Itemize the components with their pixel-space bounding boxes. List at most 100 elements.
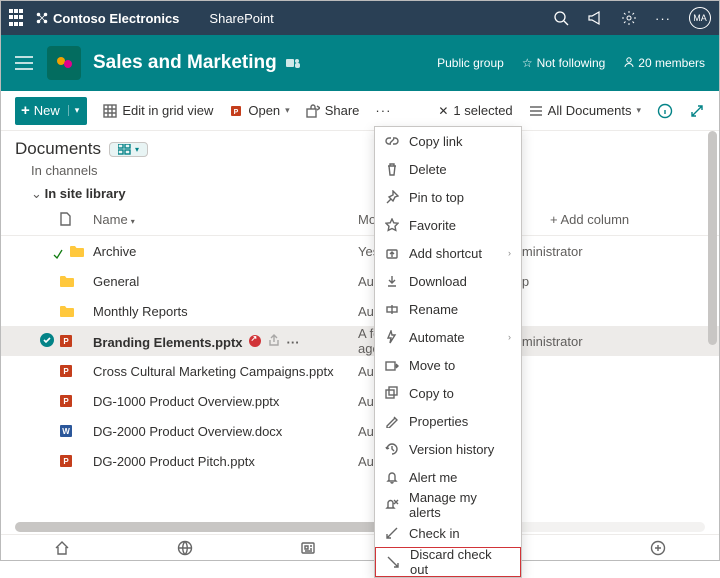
menu-item-pin[interactable]: Pin to top <box>375 183 521 211</box>
menu-item-link[interactable]: Copy link <box>375 127 521 155</box>
home-icon[interactable] <box>54 540 70 556</box>
file-name[interactable]: Branding Elements.pptx <box>93 335 243 350</box>
megaphone-icon[interactable] <box>587 10 603 26</box>
file-row[interactable]: PDG-1000 Product Overview.pptxAugust <box>1 386 719 416</box>
members-button[interactable]: 20 members <box>623 56 705 70</box>
file-row[interactable]: P Cross Cultural Marketing Campaigns.pptx… <box>1 356 719 386</box>
menu-item-checkin[interactable]: Check in <box>375 519 521 547</box>
overflow-button[interactable]: ··· <box>375 103 391 118</box>
news-icon[interactable] <box>300 540 316 556</box>
col-add[interactable]: + Add column <box>550 212 719 229</box>
menu-item-discard[interactable]: Discard check out <box>375 547 521 577</box>
row-selected-icon[interactable] <box>39 332 55 348</box>
library-heading: Documents ▾ <box>1 131 719 159</box>
file-name[interactable]: Monthly Reports <box>93 304 188 319</box>
nav-toggle-icon[interactable] <box>15 56 33 70</box>
file-name[interactable]: General <box>93 274 139 289</box>
expand-icon[interactable] <box>689 103 705 119</box>
file-row[interactable]: PBranding Elements.pptx···A few seconds … <box>1 326 719 356</box>
svg-text:P: P <box>234 109 239 116</box>
settings-icon[interactable] <box>621 10 637 26</box>
share-button[interactable]: Share <box>306 103 360 118</box>
group-in-site-library[interactable]: ⌄ In site library <box>1 182 719 206</box>
site-header: Sales and Marketing Public group ☆Not fo… <box>1 35 719 91</box>
menu-item-manage[interactable]: Manage my alerts <box>375 491 521 519</box>
file-row[interactable]: GeneralAugustApp <box>1 266 719 296</box>
info-icon[interactable] <box>657 103 673 119</box>
chevron-down-icon[interactable]: ▾ <box>68 105 80 116</box>
brand-logo-icon <box>35 11 49 25</box>
file-type-icon <box>59 303 93 319</box>
menu-item-trash[interactable]: Delete <box>375 155 521 183</box>
search-icon[interactable] <box>553 10 569 26</box>
svg-text:P: P <box>63 337 69 346</box>
new-button[interactable]: + New ▾ <box>15 97 87 125</box>
file-name[interactable]: DG-1000 Product Overview.pptx <box>93 394 279 409</box>
menu-item-history[interactable]: Version history <box>375 435 521 463</box>
command-bar: + New ▾ Edit in grid view P Open▾ Share … <box>1 91 719 131</box>
column-headers: Name▾ Modified y▾ + Add column <box>1 206 719 236</box>
file-name[interactable]: DG-2000 Product Overview.docx <box>93 424 282 439</box>
open-button[interactable]: P Open▾ <box>229 103 289 118</box>
menu-item-download[interactable]: Download <box>375 267 521 295</box>
file-type-icon: P <box>59 454 93 468</box>
svg-text:P: P <box>63 397 69 406</box>
site-title[interactable]: Sales and Marketing <box>93 52 277 74</box>
share-icon[interactable] <box>267 333 281 347</box>
menu-item-properties[interactable]: Properties <box>375 407 521 435</box>
file-type-icon: W <box>59 424 93 438</box>
svg-text:P: P <box>63 367 69 376</box>
view-switcher[interactable]: ▾ <box>109 142 148 157</box>
view-menu[interactable]: All Documents▾ <box>529 103 641 118</box>
svg-text:W: W <box>62 427 70 436</box>
horizontal-scrollbar[interactable] <box>15 522 705 532</box>
teams-icon[interactable] <box>285 55 301 71</box>
file-name[interactable]: DG-2000 Product Pitch.pptx <box>93 454 255 469</box>
menu-item-shortcut[interactable]: Add shortcut› <box>375 239 521 267</box>
file-row[interactable]: PDG-2000 Product Pitch.pptxAugust <box>1 446 719 476</box>
group-visibility: Public group <box>437 56 504 70</box>
col-type-icon[interactable] <box>59 212 93 229</box>
file-type-icon: P <box>59 394 93 408</box>
menu-item-automate[interactable]: Automate› <box>375 323 521 351</box>
edit-grid-button[interactable]: Edit in grid view <box>103 103 213 118</box>
menu-item-moveto[interactable]: Move to <box>375 351 521 379</box>
o365-suite-bar: Contoso Electronics SharePoint ··· MA <box>1 1 719 35</box>
more-icon[interactable]: ··· <box>655 11 671 26</box>
site-logo[interactable] <box>47 46 81 80</box>
row-more-icon[interactable]: ··· <box>287 335 300 350</box>
mobile-footer-nav <box>1 534 719 560</box>
context-menu: Copy linkDeletePin to topFavoriteAdd sho… <box>374 126 522 578</box>
app-launcher-icon[interactable] <box>9 9 27 27</box>
chevron-right-icon: › <box>508 248 511 258</box>
file-type-icon: P <box>59 334 93 348</box>
group-in-channels-truncated: In channels <box>1 159 719 182</box>
selection-count[interactable]: ✕1 selected <box>438 103 512 118</box>
file-type-icon: P <box>59 364 93 378</box>
menu-item-star[interactable]: Favorite <box>375 211 521 239</box>
file-name[interactable]: Archive <box>93 244 136 259</box>
file-row[interactable]: Monthly ReportsAugust <box>1 296 719 326</box>
checked-out-icon <box>249 335 261 347</box>
chevron-right-icon: › <box>508 332 511 342</box>
file-name[interactable]: Cross Cultural Marketing Campaigns.pptx <box>93 364 334 379</box>
menu-item-bell[interactable]: Alert me <box>375 463 521 491</box>
file-type-icon <box>59 243 93 259</box>
svg-text:P: P <box>63 457 69 466</box>
user-avatar[interactable]: MA <box>689 7 711 29</box>
menu-item-copyto[interactable]: Copy to <box>375 379 521 407</box>
app-name[interactable]: SharePoint <box>209 11 273 26</box>
vertical-scrollbar[interactable] <box>708 131 717 520</box>
library-title: Documents <box>15 139 101 159</box>
file-row[interactable]: ArchiveYesterdayAdministrator <box>1 236 719 266</box>
file-type-icon <box>59 273 93 289</box>
chevron-down-icon: ⌄ <box>31 186 41 202</box>
follow-button[interactable]: ☆Not following <box>522 56 605 70</box>
add-icon[interactable] <box>650 540 666 556</box>
menu-item-rename[interactable]: Rename <box>375 295 521 323</box>
file-list: ArchiveYesterdayAdministratorGeneralAugu… <box>1 236 719 476</box>
file-row[interactable]: WDG-2000 Product Overview.docxAugust <box>1 416 719 446</box>
globe-icon[interactable] <box>177 540 193 556</box>
brand-name[interactable]: Contoso Electronics <box>53 11 179 26</box>
col-name[interactable]: Name▾ <box>93 212 358 229</box>
